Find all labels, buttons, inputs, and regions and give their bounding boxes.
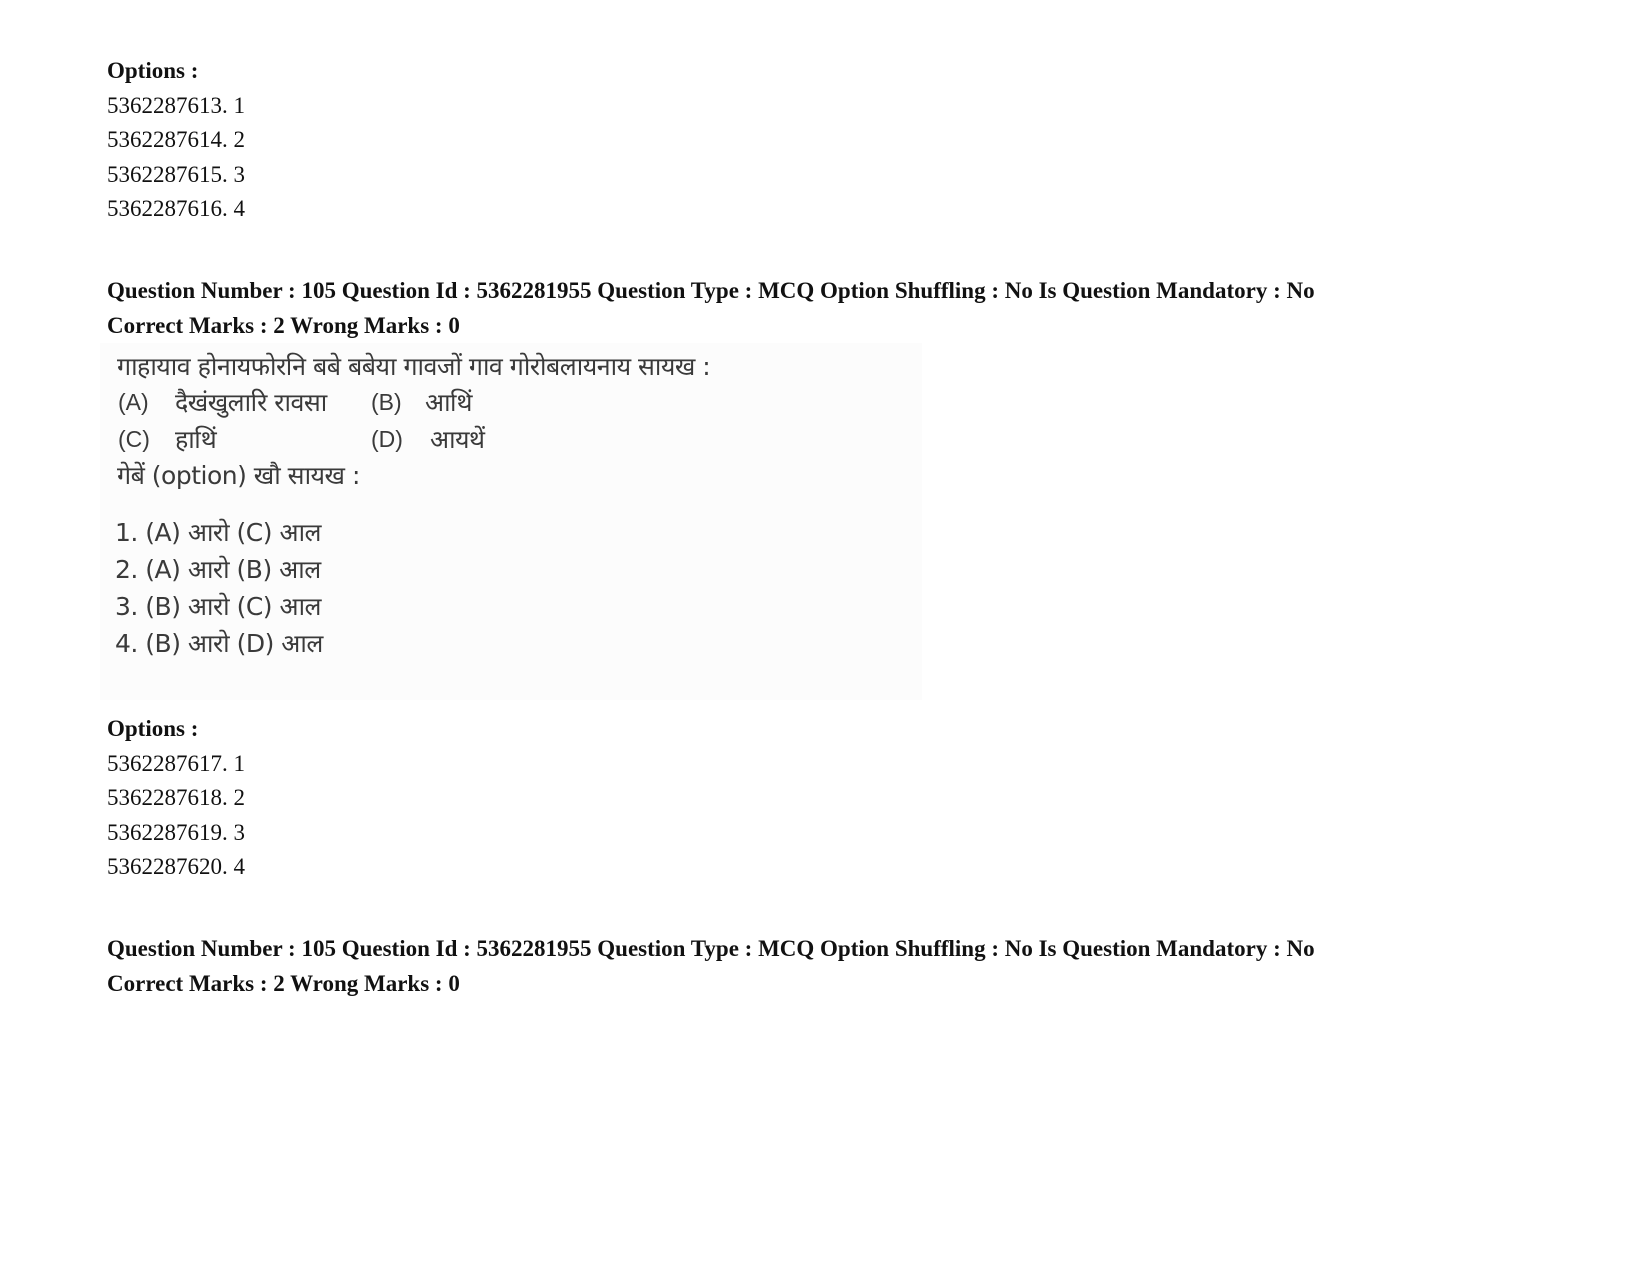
item-text-c: हाथिं bbox=[175, 425, 217, 454]
option-item: 5362287613. 1 bbox=[107, 92, 245, 118]
option-item: 5362287620. 4 bbox=[107, 854, 245, 879]
item-label-c: (C) bbox=[118, 426, 150, 452]
choice-line: 1. (A) आरो (C) आल bbox=[115, 518, 321, 547]
item-text-d: आयथें bbox=[430, 425, 485, 454]
option-item: 5362287618. 2 bbox=[107, 785, 245, 810]
item-label-b: (B) bbox=[371, 389, 402, 415]
question-stem: गाहायाव होनायफोरनि बबे बबेया गावजों गाव … bbox=[117, 352, 711, 381]
option-item: 5362287615. 3 bbox=[107, 161, 245, 187]
options-block-1: Options : 5362287613. 1 5362287614. 2 53… bbox=[107, 54, 245, 227]
question-meta-line: Question Number : 105 Question Id : 5362… bbox=[107, 936, 1315, 961]
option-item: 5362287614. 2 bbox=[107, 127, 245, 152]
options-heading: Options : bbox=[107, 58, 199, 83]
question-meta-line: Question Number : 105 Question Id : 5362… bbox=[107, 278, 1315, 303]
question-marks-line: Correct Marks : 2 Wrong Marks : 0 bbox=[107, 312, 460, 338]
options-heading: Options : bbox=[107, 716, 199, 741]
option-item: 5362287619. 3 bbox=[107, 819, 245, 845]
item-label-d: (D) bbox=[371, 426, 403, 452]
choice-line: 3. (B) आरो (C) आल bbox=[115, 592, 322, 621]
question-marks-line: Correct Marks : 2 Wrong Marks : 0 bbox=[107, 970, 460, 996]
item-text-a: दैखंखुलारि रावसा bbox=[175, 388, 327, 417]
item-label-a: (A) bbox=[118, 389, 149, 415]
option-item: 5362287616. 4 bbox=[107, 196, 245, 221]
option-item: 5362287617. 1 bbox=[107, 750, 245, 776]
choose-instruction: गेबें (option) खौ सायख : bbox=[117, 461, 360, 490]
options-block-2: Options : 5362287617. 1 5362287618. 2 53… bbox=[107, 712, 245, 885]
question-header-1: Question Number : 105 Question Id : 5362… bbox=[107, 274, 1315, 343]
question-header-2: Question Number : 105 Question Id : 5362… bbox=[107, 932, 1315, 1001]
item-text-b: आथिं bbox=[425, 388, 473, 417]
question-image: गाहायाव होनायफोरनि बबे बबेया गावजों गाव … bbox=[100, 343, 922, 700]
choice-line: 4. (B) आरो (D) आल bbox=[115, 629, 323, 658]
choice-line: 2. (A) आरो (B) आल bbox=[115, 555, 321, 584]
